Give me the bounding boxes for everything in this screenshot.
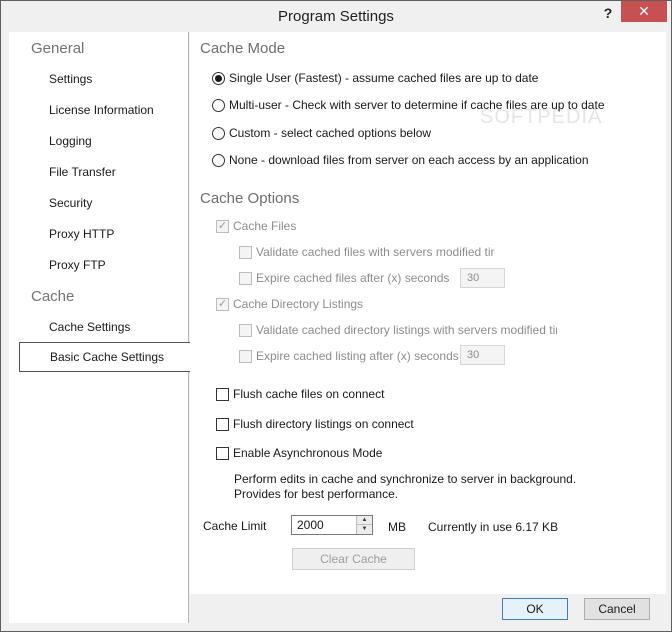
clear-cache-button[interactable]: Clear Cache bbox=[292, 548, 415, 570]
radio-none[interactable]: None - download files from server on eac… bbox=[212, 153, 589, 167]
expire-listing-seconds-input[interactable]: 30 bbox=[460, 345, 505, 365]
checkbox-flush-directory-listings[interactable]: Flush directory listings on connect bbox=[216, 417, 414, 431]
window-title: Program Settings bbox=[278, 8, 394, 25]
cache-limit-label: Cache Limit bbox=[203, 519, 267, 533]
flush-cache-files-label: Flush cache files on connect bbox=[233, 387, 385, 401]
sidebar-item-file-transfer[interactable]: File Transfer bbox=[49, 165, 116, 179]
validate-cached-files-label: Validate cached files with servers modif… bbox=[256, 245, 494, 259]
checkbox-expire-cached-listing[interactable]: Expire cached listing after (x) seconds bbox=[239, 349, 459, 363]
cancel-button[interactable]: Cancel bbox=[584, 598, 650, 620]
sidebar-item-proxy-http[interactable]: Proxy HTTP bbox=[49, 227, 114, 241]
radio-button-checked[interactable] bbox=[212, 71, 225, 85]
checkbox-box[interactable] bbox=[239, 271, 252, 285]
sidebar-item-basic-cache-settings[interactable]: Basic Cache Settings bbox=[19, 342, 190, 372]
sidebar-item-security[interactable]: Security bbox=[49, 196, 92, 210]
radio-none-label: None - download files from server on eac… bbox=[229, 153, 589, 167]
ok-button[interactable]: OK bbox=[502, 598, 568, 620]
title-bar: Program Settings ? ✕ bbox=[1, 1, 671, 32]
close-button[interactable]: ✕ bbox=[621, 1, 667, 22]
checkbox-cache-files[interactable]: ✓ Cache Files bbox=[216, 219, 296, 233]
help-button[interactable]: ? bbox=[597, 5, 619, 25]
sidebar-item-logging[interactable]: Logging bbox=[49, 134, 92, 148]
settings-sidebar: General Settings License Information Log… bbox=[9, 32, 190, 623]
cache-options-heading: Cache Options bbox=[200, 190, 300, 207]
expire-cached-listing-label: Expire cached listing after (x) seconds bbox=[256, 349, 459, 363]
checkbox-box[interactable] bbox=[239, 245, 252, 259]
chevron-up-icon[interactable]: ▲ bbox=[357, 516, 372, 525]
checkbox-validate-directory-listings[interactable]: Validate cached directory listings with … bbox=[239, 323, 557, 337]
checkbox-async-mode[interactable]: Enable Asynchronous Mode bbox=[216, 446, 382, 460]
program-settings-window: Program Settings ? ✕ General Settings Li… bbox=[0, 0, 672, 632]
checkbox-box[interactable] bbox=[239, 349, 252, 363]
radio-single-user-label: Single User (Fastest) - assume cached fi… bbox=[229, 71, 539, 85]
checkbox-box[interactable] bbox=[239, 323, 252, 337]
close-icon: ✕ bbox=[638, 3, 650, 19]
settings-content: SOFTPEDIA Cache Mode Single User (Fastes… bbox=[190, 32, 666, 594]
checkbox-expire-cached-files[interactable]: Expire cached files after (x) seconds bbox=[239, 271, 449, 285]
checkbox-box[interactable] bbox=[216, 446, 229, 460]
checkmark-icon[interactable]: ✓ bbox=[216, 297, 229, 311]
radio-button[interactable] bbox=[212, 126, 225, 140]
radio-button[interactable] bbox=[212, 98, 225, 112]
async-description-line2: Provides for best performance. bbox=[234, 487, 399, 501]
sidebar-item-cache-settings[interactable]: Cache Settings bbox=[49, 320, 130, 334]
expire-files-seconds-input[interactable]: 30 bbox=[460, 268, 505, 288]
checkbox-validate-cached-files[interactable]: Validate cached files with servers modif… bbox=[239, 245, 494, 259]
cache-limit-unit: MB bbox=[388, 520, 406, 534]
cache-limit-stepper[interactable]: 2000 ▲ ▼ bbox=[291, 515, 373, 535]
checkbox-flush-cache-files[interactable]: Flush cache files on connect bbox=[216, 387, 384, 401]
checkbox-cache-directory-listings[interactable]: ✓ Cache Directory Listings bbox=[216, 297, 363, 311]
cache-limit-value[interactable]: 2000 bbox=[297, 518, 324, 532]
async-mode-label: Enable Asynchronous Mode bbox=[233, 446, 383, 460]
validate-directory-listings-label: Validate cached directory listings with … bbox=[256, 323, 557, 337]
checkmark-icon[interactable]: ✓ bbox=[216, 219, 229, 233]
radio-multi-user-label: Multi-user - Check with server to determ… bbox=[229, 98, 605, 112]
cache-files-label: Cache Files bbox=[233, 219, 297, 233]
flush-directory-listings-label: Flush directory listings on connect bbox=[233, 417, 414, 431]
sidebar-group-cache: Cache bbox=[31, 288, 75, 305]
expire-cached-files-label: Expire cached files after (x) seconds bbox=[256, 271, 450, 285]
checkbox-box[interactable] bbox=[216, 417, 229, 431]
cache-directory-listings-label: Cache Directory Listings bbox=[233, 297, 364, 311]
cache-in-use-text: Currently in use 6.17 KB bbox=[428, 520, 559, 534]
radio-custom-label: Custom - select cached options below bbox=[229, 126, 432, 140]
async-description-line1: Perform edits in cache and synchronize t… bbox=[234, 472, 577, 486]
sidebar-item-proxy-ftp[interactable]: Proxy FTP bbox=[49, 258, 106, 272]
radio-button[interactable] bbox=[212, 153, 225, 167]
sidebar-group-general: General bbox=[31, 40, 85, 57]
stepper-arrows: ▲ ▼ bbox=[356, 516, 372, 534]
cache-mode-heading: Cache Mode bbox=[200, 40, 286, 57]
chevron-down-icon[interactable]: ▼ bbox=[357, 525, 372, 534]
radio-multi-user[interactable]: Multi-user - Check with server to determ… bbox=[212, 98, 605, 112]
sidebar-item-settings[interactable]: Settings bbox=[49, 72, 92, 86]
sidebar-item-license-information[interactable]: License Information bbox=[49, 103, 154, 117]
radio-custom[interactable]: Custom - select cached options below bbox=[212, 126, 431, 140]
checkbox-box[interactable] bbox=[216, 387, 229, 401]
radio-single-user[interactable]: Single User (Fastest) - assume cached fi… bbox=[212, 71, 538, 85]
